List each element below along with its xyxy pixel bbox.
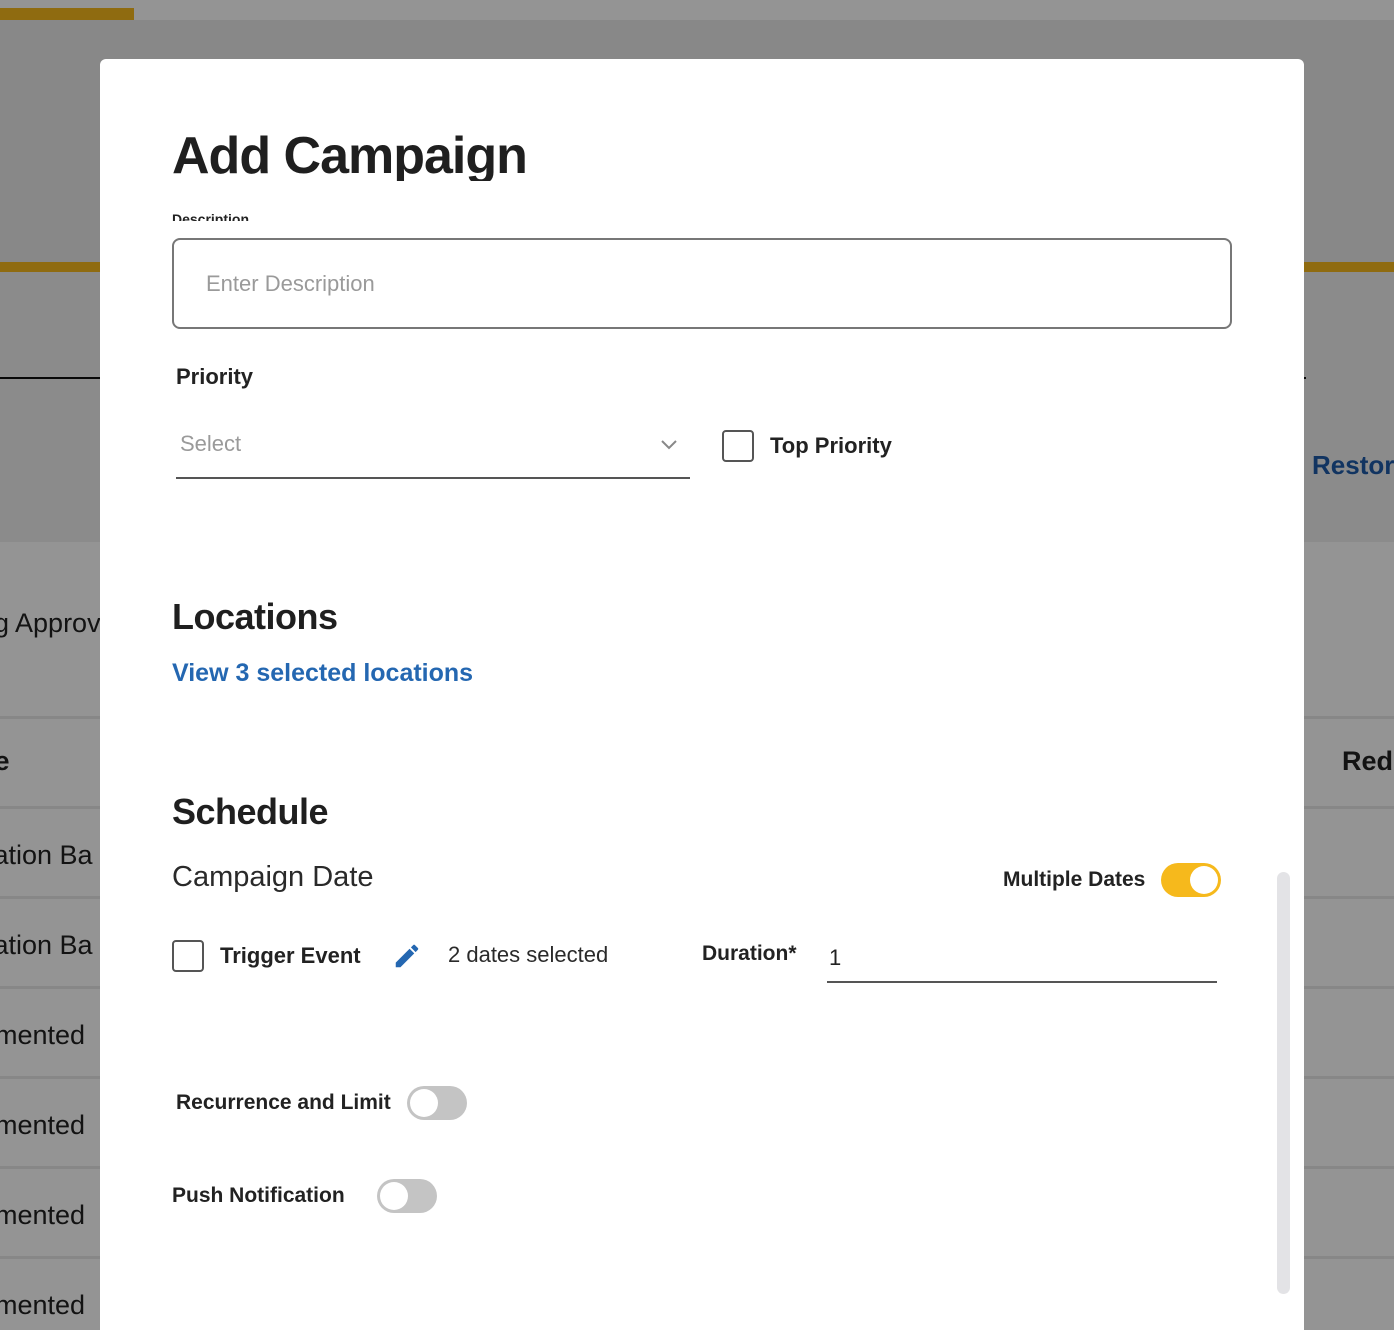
- priority-select[interactable]: Select: [176, 421, 690, 479]
- duration-label: Duration*: [702, 942, 797, 965]
- campaign-date-label: Campaign Date: [172, 861, 374, 893]
- multiple-dates-label: Multiple Dates: [1003, 868, 1146, 891]
- multiple-dates-toggle-group: Multiple Dates: [1003, 863, 1222, 897]
- description-input[interactable]: [172, 238, 1232, 329]
- modal-scrollbar[interactable]: [1277, 872, 1290, 1294]
- trigger-event-label: Trigger Event: [220, 943, 361, 968]
- push-notification-toggle[interactable]: [376, 1179, 437, 1213]
- schedule-section-title: Schedule: [172, 791, 329, 832]
- trigger-event-checkbox[interactable]: [172, 940, 204, 972]
- add-campaign-modal: Add Campaign Description Priority Select…: [100, 59, 1304, 1330]
- toggle-knob: [1190, 866, 1219, 894]
- recurrence-toggle-group: Recurrence and Limit: [176, 1086, 467, 1120]
- multiple-dates-toggle[interactable]: [1161, 863, 1222, 897]
- chevron-down-icon: [661, 440, 677, 450]
- priority-label: Priority: [176, 364, 254, 389]
- dates-selected-text: 2 dates selected: [448, 942, 609, 967]
- push-notification-toggle-group: Push Notification: [172, 1179, 437, 1213]
- description-label: Description: [172, 211, 250, 221]
- trigger-event-checkbox-group[interactable]: Trigger Event: [172, 940, 361, 972]
- priority-select-value: Select: [180, 431, 242, 456]
- duration-input[interactable]: [827, 935, 1217, 983]
- toggle-knob: [409, 1089, 438, 1117]
- top-priority-checkbox[interactable]: [722, 430, 754, 462]
- recurrence-label: Recurrence and Limit: [176, 1091, 391, 1114]
- modal-title: Add Campaign: [172, 127, 527, 181]
- toggle-knob: [379, 1182, 408, 1210]
- locations-section-title: Locations: [172, 596, 338, 637]
- top-priority-label: Top Priority: [770, 433, 892, 458]
- recurrence-toggle[interactable]: [406, 1086, 467, 1120]
- push-notification-label: Push Notification: [172, 1184, 345, 1207]
- pencil-icon[interactable]: [392, 941, 422, 971]
- top-priority-checkbox-group[interactable]: Top Priority: [722, 430, 892, 462]
- view-selected-locations-link[interactable]: View 3 selected locations: [172, 659, 473, 688]
